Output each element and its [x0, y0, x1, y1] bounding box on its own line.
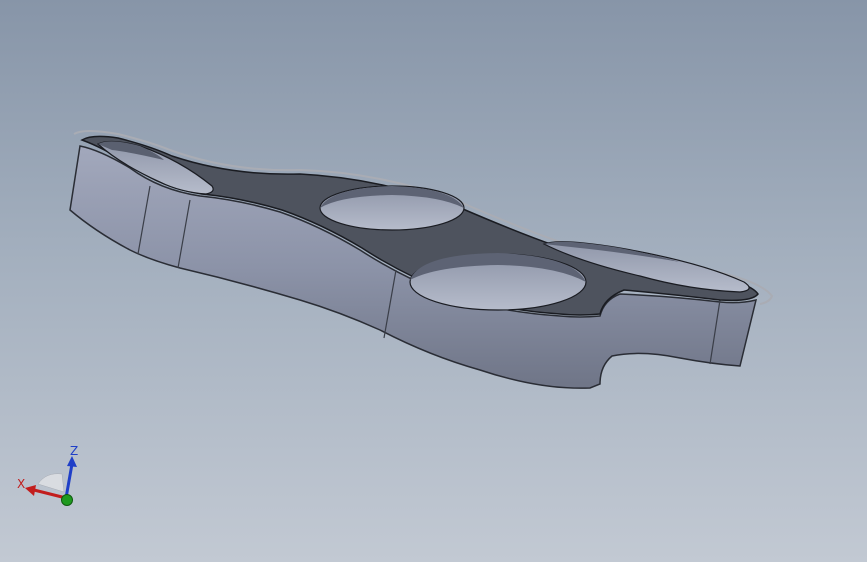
- graphics-viewport[interactable]: Z X: [0, 0, 867, 562]
- part-model[interactable]: [0, 0, 867, 562]
- y-axis-dot: [61, 494, 73, 506]
- z-axis-line: [64, 463, 74, 499]
- x-axis-arrow: [25, 485, 36, 496]
- x-axis-label: X: [17, 477, 26, 491]
- z-axis-label: Z: [70, 444, 79, 458]
- triad-base-arc: [37, 473, 65, 493]
